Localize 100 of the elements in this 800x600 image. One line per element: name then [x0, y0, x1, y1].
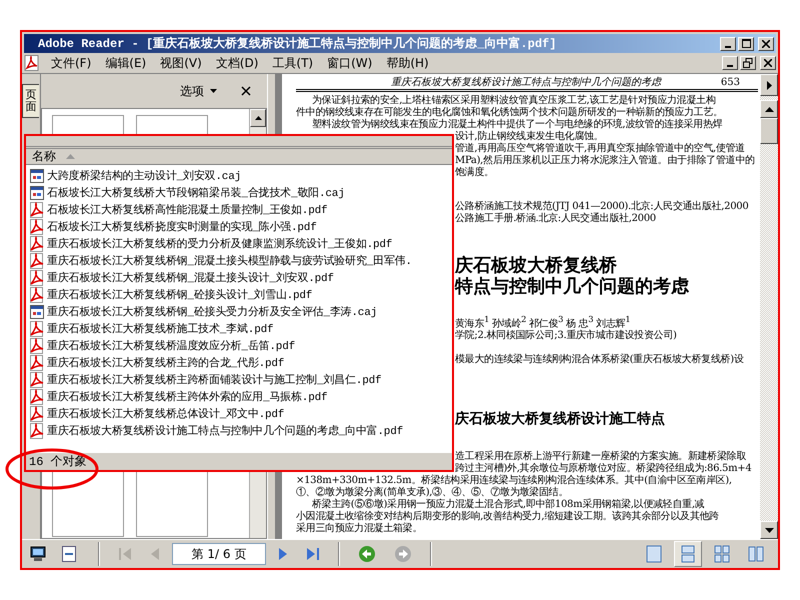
text-line: 造工程采用在原桥上游平行新建一座桥梁的方案实施。新建桥梁除取	[455, 451, 748, 462]
minimize-button[interactable]	[720, 36, 736, 50]
text-line: 公路施工手册.桥涵.北京:人民交通出版社,2000	[455, 213, 657, 225]
file-list-item[interactable]: 石板坡长江大桥复线桥高性能混凝土质量控制_王俊如.pdf	[26, 201, 452, 218]
file-list-item[interactable]: 重庆石板坡长江大桥复线桥施工技术_李斌.pdf	[26, 320, 452, 337]
file-list-item[interactable]: 重庆石板坡长江大桥复线桥主跨的合龙_代彤.pdf	[26, 354, 452, 371]
text-line: 小因混凝土收缩徐变对结构后期变形的影响,改善结构受力,缩短建设工期。该跨其余部分以及其他跨	[296, 511, 720, 522]
maximize-icon	[742, 39, 750, 48]
options-button[interactable]: 选项	[174, 82, 223, 100]
minimize-icon	[725, 46, 731, 48]
close-button[interactable]	[758, 36, 774, 50]
text-line: 学院;2.林同棪国际公司;3.重庆市城市建设投资公司)	[455, 330, 678, 342]
running-title: 重庆石板坡大桥复线桥设计施工特点与控制中几个问题的考虑	[390, 77, 661, 89]
menu-item[interactable]: 编辑(E)	[98, 54, 154, 72]
up-arrow-icon	[254, 116, 262, 120]
down-arrow-icon	[764, 528, 774, 532]
minimize-button[interactable]	[722, 56, 738, 70]
menu-item[interactable]: 文件(F)	[44, 54, 98, 72]
file-list-item[interactable]: 大跨度桥梁结构的主动设计_刘安双.caj	[26, 167, 452, 184]
text-line: 塑料波纹管为钢绞线束在预应力混凝土构件中提供了一个与电绝缘的环境,波纹管的连接采用热焊	[311, 119, 724, 130]
file-list-item[interactable]: 重庆石板坡长江大桥复线桥的受力分析及健康监测系统设计_王俊如.pdf	[26, 235, 452, 252]
text-line: 桥梁主跨(⑤⑥墩)采用钢一预应力混凝土混合形式,即中部108m采用钢箱梁,以便减轻自重,减	[311, 499, 706, 510]
caret-icon	[210, 89, 217, 93]
menu-item[interactable]: 视图(V)	[153, 54, 209, 72]
scroll-thumb[interactable]	[760, 118, 778, 144]
file-list-item[interactable]: 重庆石板坡长江大桥复线桥钢_砼接头设计_刘雪山.pdf	[26, 286, 452, 303]
close-icon	[762, 40, 770, 48]
file-list-item[interactable]: 重庆石板坡长江大桥复线桥钢_混凝土接头设计_刘安双.pdf	[26, 269, 452, 286]
text-line: 模最大的连续梁与连续刚构混合体系桥梁(重庆石板坡大桥复线桥)设	[455, 354, 745, 366]
single-view-icon	[646, 545, 662, 563]
sort-arrow-icon	[66, 154, 75, 159]
text-line: 为保证斜拉索的安全,上塔柱锚索区采用塑料波纹管真空压浆工艺,该工艺是针对预应力混凝土构	[311, 95, 716, 106]
pdf-icon	[29, 286, 45, 302]
file-icon	[29, 168, 45, 184]
scroll-up-button[interactable]	[760, 100, 778, 118]
pages-tab[interactable]: 页面	[22, 84, 39, 118]
monitor-icon[interactable]	[30, 546, 46, 562]
menu-item[interactable]: 工具(T)	[265, 54, 320, 72]
file-icon	[29, 184, 45, 200]
text-line: 公路桥涵施工技术规范(JTJ 041—2000).北京:人民交通出版社,2000	[455, 201, 750, 212]
menu-item[interactable]: 文档(D)	[208, 54, 266, 72]
facing-view-icon	[748, 545, 764, 563]
file-list-item[interactable]: 重庆石板坡长江大桥复线桥温度效应分析_岳笛.pdf	[26, 337, 452, 354]
file-list-item[interactable]: 重庆石板坡大桥复线桥设计施工特点与控制中几个问题的考虑_向中富.pdf	[26, 422, 452, 439]
pdf-icon	[29, 320, 45, 336]
text-line: 设计,防止钢绞线束发生电化腐蚀。	[455, 131, 604, 142]
scroll-down-button[interactable]	[760, 521, 778, 539]
text-line: ①、②墩为墩梁分离(简单支承),③、④、⑤、⑦墩为墩梁固结。	[296, 487, 569, 498]
pdf-icon	[29, 252, 45, 268]
menu-item[interactable]: 帮助(H)	[379, 54, 436, 72]
scroll-up-button[interactable]	[250, 109, 266, 127]
object-count: 16 个对象	[26, 451, 452, 470]
menu-item[interactable]: 窗口(W)	[320, 54, 380, 72]
panel-icon[interactable]	[62, 546, 76, 562]
close-button[interactable]	[760, 56, 776, 70]
minimize-icon	[727, 65, 733, 67]
file-list-item[interactable]: 重庆石板坡长江大桥复线桥主跨桥面铺装设计与施工控制_刘昌仁.pdf	[26, 371, 452, 388]
last-page-icon	[306, 547, 320, 561]
pdf-icon	[29, 338, 45, 354]
pdf-icon	[29, 406, 45, 422]
text-line: 黄海东$^{1}$ 孙域岭$^{2}$ 祁仁俊$^{3}$ 杨 忠$^{3}$ 刘志辉$^{1}$	[455, 313, 632, 330]
pdf-icon	[29, 236, 45, 252]
file-list-item[interactable]: 重庆石板坡长江大桥复线桥主跨体外索的应用_马振栋.pdf	[26, 388, 452, 405]
text-line: 饱满度。	[455, 167, 495, 179]
text-line: 跨过主河槽)外,其余墩位与原桥墩位对应。桥梁跨径组成为:86.5m+4	[455, 463, 752, 474]
close-icon	[764, 59, 772, 67]
grid-view-icon	[714, 545, 730, 563]
restore-button[interactable]	[740, 56, 756, 70]
restore-icon	[743, 58, 753, 68]
text-line: ×138m+330m+132.5m。桥梁结构采用连续梁与连续刚构混合连续体系。其中(自渝中区至南岸区),	[296, 475, 733, 486]
file-list-item[interactable]: 重庆石板坡长江大桥复线桥总体设计_邓文中.pdf	[26, 405, 452, 422]
text-line: 庆石板坡大桥复线桥设计施工特点	[455, 410, 666, 428]
pane-toggle-button[interactable]	[760, 74, 778, 96]
continuous-page-view-button[interactable]	[674, 541, 702, 567]
file-icon	[29, 304, 45, 320]
right-triangle-icon	[278, 547, 288, 561]
right-arrow-icon	[766, 80, 772, 90]
pdf-icon	[29, 372, 45, 388]
text-line: 件中的钢绞线束存在可能发生的电化腐蚀和氧化锈蚀两个技术问题所研发的一种崭新的预应力工艺。	[296, 107, 724, 118]
page-number-field[interactable]: 第 1/ 6 页	[172, 543, 266, 565]
page-number: 653	[720, 77, 740, 89]
close-icon[interactable]	[241, 86, 251, 96]
file-list-item[interactable]: 石板坡长江大桥复线桥大节段钢箱梁吊装_合拢技术_敬阳.caj	[26, 184, 452, 201]
name-column-header[interactable]: 名称	[26, 149, 452, 165]
file-list-item[interactable]: 重庆石板坡长江大桥复线桥钢_砼接头受力分析及安全评估_李涛.caj	[26, 303, 452, 320]
file-list-item[interactable]: 重庆石板坡长江大桥复线桥钢_混凝土接头模型静载与疲劳试验研究_田军伟.	[26, 252, 452, 269]
pdf-icon	[29, 218, 45, 234]
file-list-item[interactable]: 石板坡长江大桥复线桥挠度实时测量的实现_陈小强.pdf	[26, 218, 452, 235]
scrollbar[interactable]	[760, 74, 778, 539]
pdf-icon	[29, 354, 45, 370]
window-title: Adobe Reader - [重庆石板坡大桥复线桥设计施工特点与控制中几个问题的考虑_向中富.pdf]	[38, 36, 558, 52]
maximize-button[interactable]	[738, 36, 754, 50]
pdf-icon	[29, 388, 45, 404]
text-line: 采用三向预应力混凝土箱梁。	[296, 523, 424, 536]
pdf-icon	[29, 422, 45, 438]
text-line: 管道,再用高压空气将管道吹干,再用真空泵抽除管道中的空气,使管道	[455, 143, 746, 154]
continuous-view-icon	[680, 545, 696, 563]
pdf-icon	[29, 202, 45, 218]
text-line: 庆石板坡大桥复线桥	[455, 255, 618, 276]
left-triangle-icon	[150, 547, 160, 561]
